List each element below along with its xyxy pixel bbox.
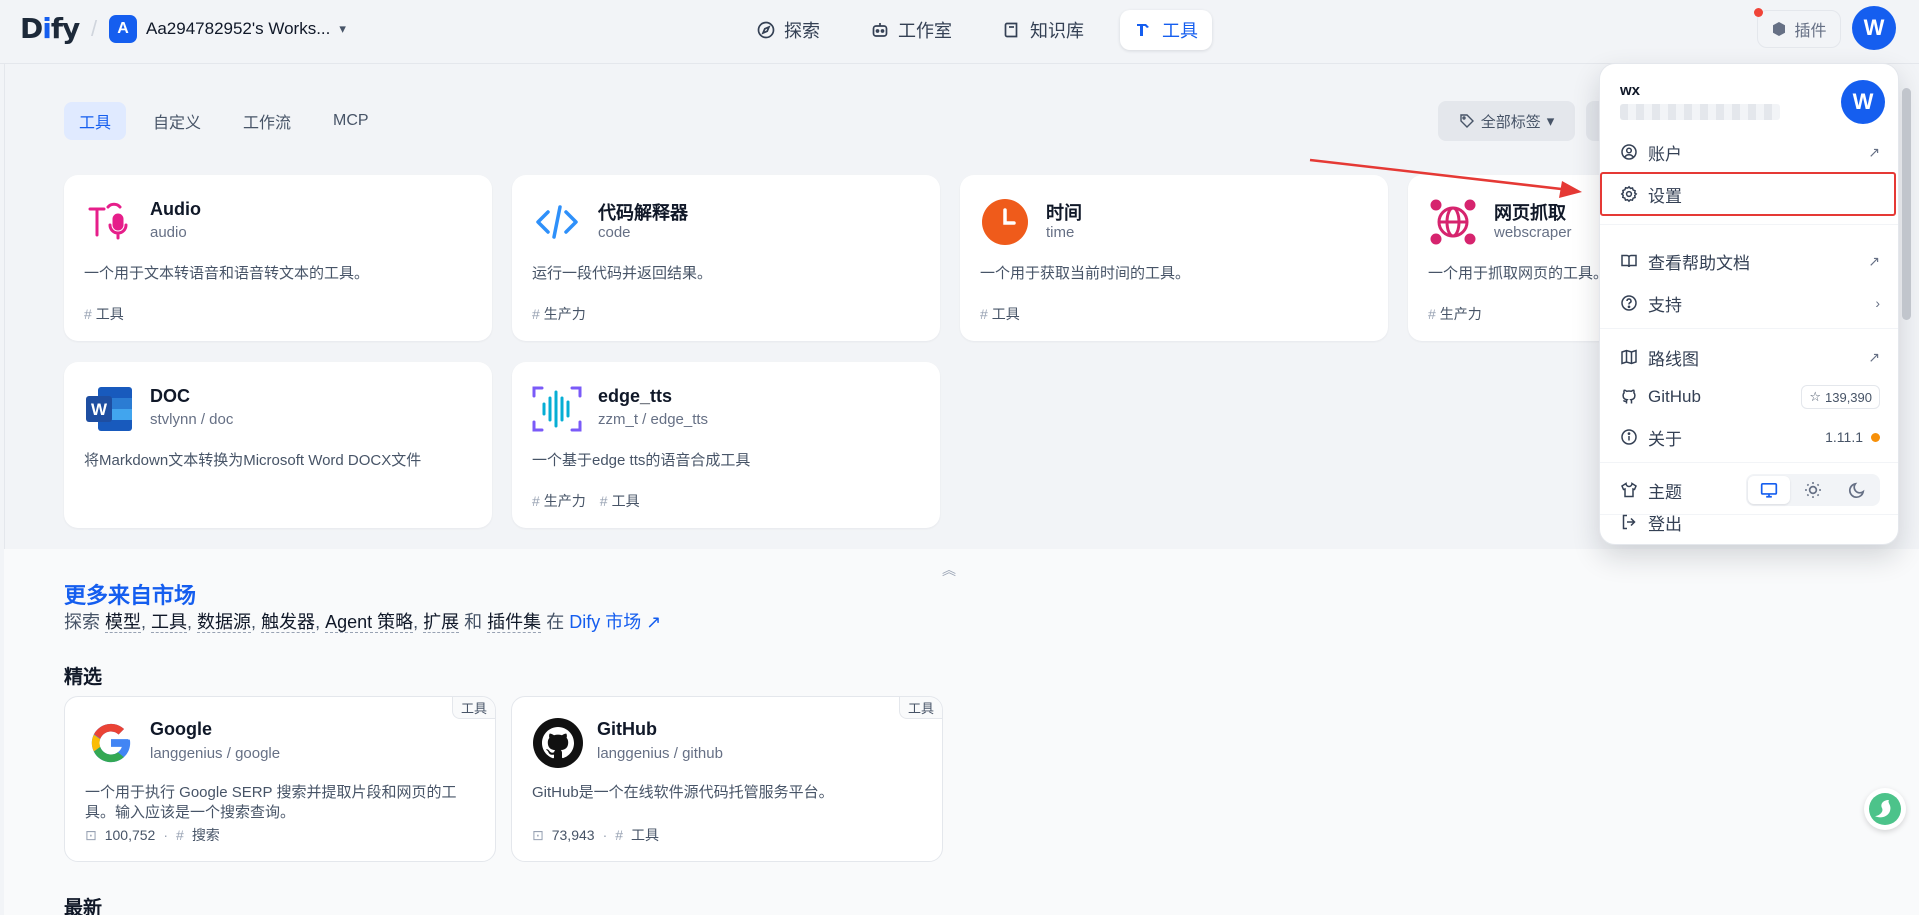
external-link-icon: ↗ [1868,252,1880,269]
map-icon [1621,349,1637,365]
menu-settings[interactable]: 设置 [1608,176,1892,212]
help-circle-icon [1621,295,1637,311]
github-stars: ☆ 139,390 [1801,385,1880,409]
shirt-icon [1621,482,1637,498]
gear-icon [1620,185,1638,203]
dropdown-username: wx [1620,82,1641,99]
chat-bubble-icon [1869,793,1901,825]
theme-system-button[interactable] [1748,476,1790,504]
external-link-icon: ↗ [1868,348,1880,365]
user-circle-icon [1621,144,1637,160]
menu-roadmap[interactable]: 路线图 ↗ [1608,339,1892,375]
book-open-icon [1621,254,1637,268]
account-dropdown: wx W 账户 ↗ 设置 查看帮助文档 ↗ 支持 › 路线图 ↗ GitHub … [1599,63,1899,545]
menu-help-docs[interactable]: 查看帮助文档 ↗ [1608,243,1892,279]
menu-github[interactable]: GitHub ☆ 139,390 [1608,379,1892,415]
menu-logout[interactable]: 登出 [1608,504,1892,540]
theme-switcher [1746,474,1880,506]
menu-about[interactable]: 关于 1.11.1 [1608,419,1892,455]
dropdown-email-masked [1620,104,1780,120]
theme-dark-button[interactable] [1836,476,1878,504]
sun-icon [1805,482,1821,498]
menu-support[interactable]: 支持 › [1608,285,1892,321]
page-scrollbar[interactable] [1902,88,1911,320]
moon-icon [1849,482,1865,498]
github-icon [1622,389,1636,404]
chevron-right-icon: › [1875,295,1880,311]
star-icon: ☆ [1809,389,1821,404]
assistant-fab[interactable] [1864,788,1906,830]
version-label: 1.11.1 [1825,429,1880,445]
logout-icon [1622,514,1636,530]
theme-light-button[interactable] [1792,476,1834,504]
dropdown-avatar: W [1841,80,1885,124]
monitor-icon [1760,482,1778,498]
update-dot [1871,432,1880,442]
info-icon [1621,429,1637,445]
menu-account[interactable]: 账户 ↗ [1608,134,1892,170]
external-link-icon: ↗ [1868,143,1880,160]
